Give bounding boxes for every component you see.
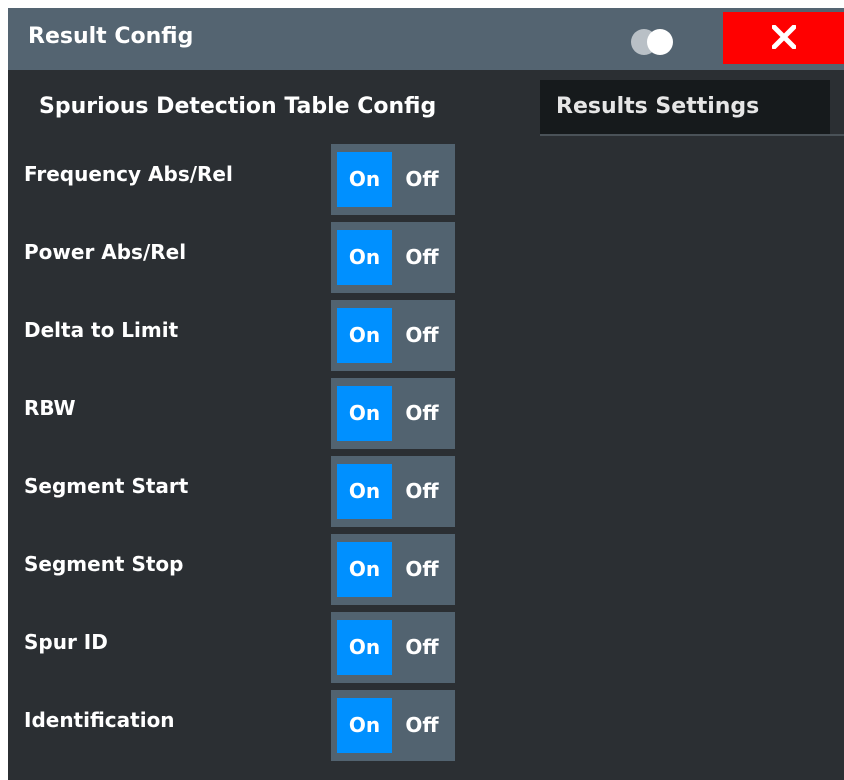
setting-label: Frequency Abs/Rel	[24, 162, 233, 186]
on-off-switch[interactable]: On Off	[331, 690, 455, 761]
switch-off-option[interactable]: Off	[395, 230, 449, 285]
dual-circle-toggle-icon[interactable]	[624, 26, 680, 58]
on-off-switch[interactable]: On Off	[331, 144, 455, 215]
result-config-dialog: Result Config Spurious Detection Table C…	[8, 8, 844, 780]
setting-label: Segment Stop	[24, 552, 184, 576]
setting-label: Spur ID	[24, 630, 108, 654]
setting-row-segment-start: Segment Start On Off	[8, 448, 844, 527]
switch-on-option[interactable]: On	[337, 464, 392, 519]
tab-strip: Spurious Detection Table Config Results …	[8, 72, 844, 136]
switch-off-option[interactable]: Off	[395, 542, 449, 597]
switch-off-option[interactable]: Off	[395, 464, 449, 519]
on-off-switch[interactable]: On Off	[331, 300, 455, 371]
switch-on-option[interactable]: On	[337, 152, 392, 207]
tab-spurious-detection-table-config[interactable]: Spurious Detection Table Config	[14, 80, 536, 134]
switch-off-option[interactable]: Off	[395, 620, 449, 675]
on-off-switch[interactable]: On Off	[331, 612, 455, 683]
on-off-switch[interactable]: On Off	[331, 534, 455, 605]
switch-off-option[interactable]: Off	[395, 152, 449, 207]
on-off-switch[interactable]: On Off	[331, 456, 455, 527]
switch-off-option[interactable]: Off	[395, 308, 449, 363]
setting-label: Identification	[24, 708, 175, 732]
switch-on-option[interactable]: On	[337, 698, 392, 753]
tab-results-settings[interactable]: Results Settings	[540, 80, 830, 134]
title-bar: Result Config	[8, 8, 844, 70]
setting-row-frequency-abs-rel: Frequency Abs/Rel On Off	[8, 136, 844, 215]
setting-row-rbw: RBW On Off	[8, 370, 844, 449]
setting-row-delta-to-limit: Delta to Limit On Off	[8, 292, 844, 371]
setting-row-spur-id: Spur ID On Off	[8, 604, 844, 683]
close-icon	[772, 25, 796, 49]
setting-label: Segment Start	[24, 474, 189, 498]
switch-off-option[interactable]: Off	[395, 698, 449, 753]
switch-on-option[interactable]: On	[337, 620, 392, 675]
switch-off-option[interactable]: Off	[395, 386, 449, 441]
setting-label: Power Abs/Rel	[24, 240, 187, 264]
switch-on-option[interactable]: On	[337, 308, 392, 363]
switch-on-option[interactable]: On	[337, 542, 392, 597]
on-off-switch[interactable]: On Off	[331, 222, 455, 293]
dialog-title: Result Config	[28, 24, 194, 49]
on-off-switch[interactable]: On Off	[331, 378, 455, 449]
switch-on-option[interactable]: On	[337, 386, 392, 441]
setting-row-power-abs-rel: Power Abs/Rel On Off	[8, 214, 844, 293]
settings-list: Frequency Abs/Rel On Off Power Abs/Rel O…	[8, 136, 844, 761]
switch-on-option[interactable]: On	[337, 230, 392, 285]
setting-row-segment-stop: Segment Stop On Off	[8, 526, 844, 605]
close-button[interactable]	[723, 12, 844, 64]
setting-label: Delta to Limit	[24, 318, 179, 342]
setting-label: RBW	[24, 396, 76, 420]
setting-row-identification: Identification On Off	[8, 682, 844, 761]
